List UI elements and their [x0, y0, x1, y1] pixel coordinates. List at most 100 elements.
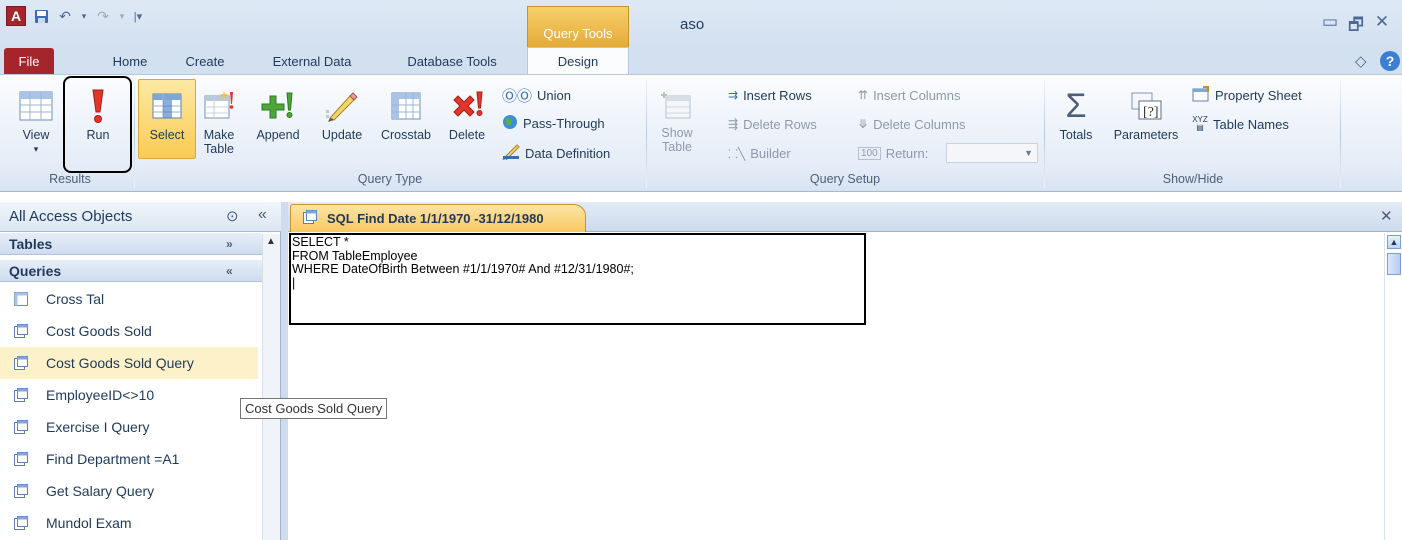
parameters-button[interactable]: [?] Parameters — [1106, 86, 1186, 142]
data-definition-button[interactable]: Data Definition — [502, 142, 610, 164]
tab-design[interactable]: Design — [527, 47, 629, 75]
collapse-pane-icon[interactable]: « — [258, 206, 267, 224]
parameters-icon: [?] — [1131, 92, 1162, 120]
run-highlight-box — [63, 76, 132, 173]
crosstab-icon — [391, 92, 421, 120]
select-query-icon — [14, 388, 28, 402]
select-query-icon — [14, 324, 28, 338]
select-query-button[interactable]: Select — [140, 86, 194, 142]
navigation-pane: All Access Objects ⊙ « Tables » Queries … — [0, 202, 281, 540]
delete-rows-button[interactable]: ⇶ Delete Rows — [728, 113, 817, 135]
nav-item-query[interactable]: Cost Goods Sold Query — [0, 347, 258, 379]
select-query-icon — [14, 356, 28, 370]
tab-create[interactable]: Create — [176, 48, 234, 74]
insert-rows-button[interactable]: ⇉ Insert Rows — [728, 84, 812, 106]
update-button[interactable]: Update — [314, 86, 370, 142]
table-names-button[interactable]: XYZ ▤ Table Names — [1192, 113, 1289, 135]
append-icon — [261, 92, 293, 119]
return-dropdown[interactable]: ▼ — [946, 143, 1038, 163]
svg-text:[?]: [?] — [1143, 105, 1159, 120]
nav-item-query[interactable]: Cost Goods Sold — [0, 315, 258, 347]
query-setup-group-label: Query Setup — [809, 172, 881, 186]
expand-chevron-icon: » — [226, 236, 233, 251]
query-tools-context-header: Query Tools — [527, 6, 629, 48]
restore-icon[interactable]: 🗗 — [1345, 12, 1367, 41]
ruler-pencil-icon — [502, 143, 520, 163]
make-table-icon — [204, 91, 234, 119]
tab-database-tools[interactable]: Database Tools — [388, 48, 516, 74]
access-logo-icon[interactable]: A — [6, 6, 26, 26]
scroll-up-icon[interactable]: ▲ — [1387, 235, 1401, 249]
minimize-icon[interactable]: ▭ — [1319, 12, 1341, 32]
undo-dropdown-icon[interactable]: ▾ — [80, 7, 88, 25]
close-icon[interactable]: ✕ — [1371, 12, 1393, 32]
make-table-button[interactable]: Make Table — [198, 86, 240, 156]
globe-icon — [502, 114, 518, 133]
nav-item-query[interactable]: Mundol Exam — [0, 507, 258, 539]
minimize-ribbon-icon[interactable]: ◇ — [1355, 52, 1367, 70]
nav-menu-dropdown-icon[interactable]: ⊙ — [226, 207, 239, 225]
select-query-icon — [14, 420, 28, 434]
title-bar: A ↶ ▾ ↷ ▾ |▾ Query Tools aso ▭ 🗗 ✕ — [0, 0, 1402, 48]
select-query-icon — [14, 484, 28, 498]
delete-columns-icon: ⤋ — [858, 117, 869, 131]
view-button[interactable]: View ▾ — [14, 86, 58, 156]
nav-scrollbar[interactable]: ▲ — [262, 234, 280, 540]
chevron-down-icon: ▼ — [1024, 148, 1033, 158]
save-icon[interactable] — [32, 7, 50, 25]
group-separator — [1340, 80, 1341, 188]
union-button[interactable]: ⓄⓄ Union — [502, 84, 571, 106]
group-separator — [1044, 80, 1045, 188]
customize-qat-icon[interactable]: |▾ — [132, 7, 144, 25]
undo-icon[interactable]: ↶ — [56, 7, 74, 25]
delete-columns-button[interactable]: ⤋ Delete Columns — [858, 113, 966, 135]
insert-columns-button[interactable]: ⇈ Insert Columns — [858, 84, 960, 106]
nav-item-query[interactable]: Cross Tal — [0, 283, 258, 315]
property-sheet-icon — [1192, 85, 1210, 105]
redo-icon[interactable]: ↷ — [94, 7, 112, 25]
delete-rows-icon: ⇶ — [728, 117, 739, 131]
view-dropdown-icon[interactable]: ▾ — [34, 142, 39, 156]
select-query-icon — [14, 452, 28, 466]
builder-wand-icon: ⸬╲ — [728, 146, 746, 161]
tab-home[interactable]: Home — [100, 48, 160, 74]
redo-dropdown-icon[interactable]: ▾ — [118, 7, 126, 25]
scroll-thumb[interactable] — [1387, 253, 1401, 275]
nav-pane-header[interactable]: All Access Objects ⊙ « — [0, 202, 281, 232]
pane-splitter[interactable] — [281, 202, 288, 540]
tab-external-data[interactable]: External Data — [256, 48, 368, 74]
tab-file[interactable]: File — [4, 48, 54, 74]
scroll-up-icon[interactable]: ▲ — [266, 236, 276, 247]
update-pencil-icon — [326, 92, 358, 122]
nav-group-tables[interactable]: Tables » — [0, 233, 262, 255]
append-button[interactable]: Append — [252, 86, 304, 142]
select-query-icon — [14, 516, 28, 530]
delete-x-icon — [453, 91, 483, 117]
quick-access-toolbar: A ↶ ▾ ↷ ▾ |▾ — [6, 6, 144, 26]
close-document-icon[interactable]: ✕ — [1380, 207, 1393, 225]
group-separator — [134, 80, 135, 188]
crosstab-button[interactable]: Crosstab — [374, 86, 438, 142]
show-table-button[interactable]: Show Table — [652, 84, 702, 154]
group-separator — [646, 80, 647, 188]
return-control: 100 Return: — [858, 142, 928, 164]
document-tab-sql-query[interactable]: SQL Find Date 1/1/1970 -31/12/1980 — [290, 204, 586, 232]
property-sheet-button[interactable]: Property Sheet — [1192, 84, 1302, 106]
pass-through-button[interactable]: Pass-Through — [502, 112, 605, 134]
query-type-group-label: Query Type — [357, 172, 423, 186]
delete-query-button[interactable]: Delete — [442, 86, 492, 142]
totals-button[interactable]: Σ Totals — [1052, 86, 1100, 142]
table-names-icon: XYZ ▤ — [1192, 115, 1208, 132]
nav-item-query[interactable]: Find Department =A1 — [0, 443, 258, 475]
nav-group-queries[interactable]: Queries « — [0, 260, 262, 282]
nav-item-query[interactable]: EmployeeID<>10 — [0, 379, 258, 411]
show-hide-group-label: Show/Hide — [1162, 172, 1224, 186]
help-icon[interactable]: ? — [1380, 51, 1400, 71]
builder-button[interactable]: ⸬╲ Builder — [728, 142, 791, 164]
sql-editor-scrollbar[interactable]: ▲ — [1384, 233, 1402, 540]
nav-item-query[interactable]: Get Salary Query — [0, 475, 258, 507]
nav-item-query[interactable]: Exercise I Query — [0, 411, 258, 443]
sql-editor[interactable]: SELECT * FROM TableEmployee WHERE DateOf… — [289, 233, 866, 325]
sigma-icon: Σ — [1065, 87, 1087, 125]
show-table-icon — [661, 92, 691, 119]
